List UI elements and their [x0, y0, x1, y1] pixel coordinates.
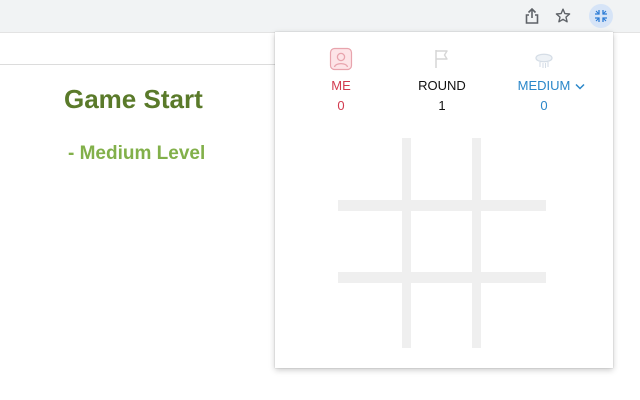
board-cell[interactable]: [411, 283, 475, 345]
star-icon[interactable]: [551, 4, 575, 28]
round-number: 1: [438, 98, 446, 113]
score-round: ROUND 1: [397, 46, 487, 114]
board-grid-line: [338, 272, 546, 283]
page-divider: [0, 64, 275, 65]
page-title: Game Start: [64, 84, 203, 114]
browser-toolbar: [0, 0, 640, 33]
chevron-down-icon[interactable]: [574, 80, 586, 92]
tic-tac-toe-popup: ME 0 ROUND 1 MEDIUM 0: [275, 32, 613, 368]
score-player: ME 0: [296, 46, 386, 114]
board-cell[interactable]: [481, 138, 545, 200]
board-cell[interactable]: [338, 283, 402, 345]
board-cell[interactable]: [481, 283, 545, 345]
computer-score: 0: [540, 98, 548, 113]
player-icon: [296, 46, 386, 72]
board-grid-line: [402, 138, 411, 348]
player-label: ME: [331, 78, 351, 93]
player-score: 0: [337, 98, 345, 113]
board-grid-line: [338, 200, 546, 211]
board-cell[interactable]: [411, 211, 475, 273]
board-cell[interactable]: [338, 211, 402, 273]
board-grid-line: [472, 138, 481, 348]
flag-icon: [397, 46, 487, 72]
page-subtitle: - Medium Level: [68, 143, 206, 164]
share-icon[interactable]: [520, 4, 544, 28]
board-cell[interactable]: [411, 138, 475, 200]
board-cell[interactable]: [338, 138, 402, 200]
extension-icon[interactable]: [589, 4, 613, 28]
game-board: [338, 138, 548, 348]
board-cell[interactable]: [481, 211, 545, 273]
computer-icon: [499, 46, 589, 72]
round-label: ROUND: [418, 78, 466, 93]
